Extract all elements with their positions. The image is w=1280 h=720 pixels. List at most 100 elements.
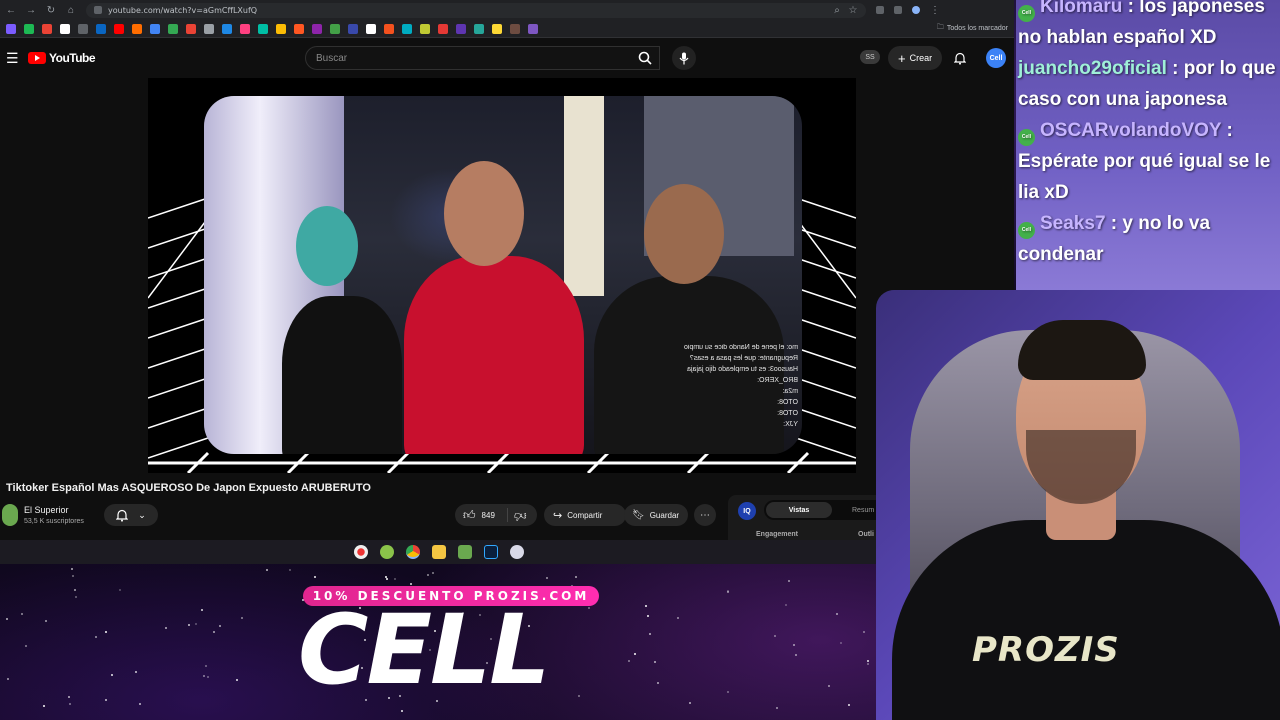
- photoshop-app-icon[interactable]: [484, 545, 498, 559]
- hamburger-menu-icon[interactable]: ☰: [6, 50, 22, 67]
- bookmark-favicon-icon[interactable]: [24, 23, 34, 34]
- bookmark-favicon-icon[interactable]: [492, 23, 502, 34]
- zoom-icon[interactable]: ⌕: [832, 5, 842, 16]
- search-icon: [638, 51, 652, 65]
- search-button[interactable]: [628, 46, 662, 70]
- bookmark-favicon-icon[interactable]: [258, 23, 268, 34]
- bookmark-favicon-icon[interactable]: [348, 23, 358, 34]
- star: [628, 660, 630, 662]
- star: [432, 572, 434, 574]
- bookmark-favicon-icon[interactable]: [78, 23, 88, 34]
- subscription-notify-button[interactable]: ⌄: [104, 504, 158, 526]
- scene-building: [564, 96, 604, 296]
- file-explorer-icon[interactable]: [432, 545, 446, 559]
- minecraft-app-icon[interactable]: [458, 545, 472, 559]
- extension-icon[interactable]: [876, 6, 884, 14]
- forward-icon[interactable]: →: [26, 5, 36, 16]
- star: [213, 631, 215, 633]
- bookmark-favicon-icon[interactable]: [510, 23, 520, 34]
- back-icon[interactable]: ←: [6, 5, 16, 16]
- bookmark-favicon-icon[interactable]: [96, 23, 106, 34]
- divider: [506, 508, 508, 522]
- notifications-button[interactable]: [950, 48, 970, 68]
- share-button[interactable]: ↪ Compartir: [544, 504, 626, 526]
- home-icon[interactable]: ⌂: [66, 5, 76, 16]
- subscriber-badge-icon: Cell: [1018, 129, 1035, 146]
- bookmark-favicon-icon[interactable]: [150, 23, 160, 34]
- star: [21, 613, 23, 615]
- address-bar[interactable]: youtube.com/watch?v=aGmCffLXufQ ⌕ ☆: [86, 2, 866, 18]
- chrome-app-icon[interactable]: [406, 545, 420, 559]
- star: [43, 705, 45, 707]
- more-actions-button[interactable]: ⋯: [694, 504, 716, 526]
- thumbs-down-icon[interactable]: 👍︎: [514, 508, 527, 523]
- like-dislike-group: 👍︎ 849 👍︎: [455, 504, 537, 526]
- profile-icon[interactable]: [912, 6, 920, 14]
- video-frame[interactable]: mo: el pene de Nando dice su umpio Repugn…: [204, 96, 802, 454]
- bookmark-favicon-icon[interactable]: [222, 23, 232, 34]
- bookmark-favicon-icon[interactable]: [330, 23, 340, 34]
- grid-line: [148, 197, 209, 219]
- user-avatar[interactable]: Cell: [986, 48, 1006, 68]
- messaging-app-icon[interactable]: [380, 545, 394, 559]
- misc-app-icon[interactable]: [510, 545, 524, 559]
- search-field[interactable]: [305, 46, 660, 70]
- grid-line: [795, 317, 856, 339]
- thumbs-up-icon[interactable]: 👍︎: [463, 508, 476, 523]
- embedded-chat-line: mo: el pene de Nando dice su umpio: [683, 344, 798, 351]
- bookmark-favicon-icon[interactable]: [6, 23, 16, 34]
- bookmark-favicon-icon[interactable]: [528, 23, 538, 34]
- recorder-app-icon[interactable]: [354, 545, 368, 559]
- voice-search-button[interactable]: [672, 46, 696, 70]
- video-player[interactable]: mo: el pene de Nando dice su umpio Repugn…: [148, 78, 856, 473]
- all-bookmarks-folder[interactable]: 🗀 Todos los marcador: [937, 23, 1008, 34]
- bookmark-favicon-icon[interactable]: [366, 23, 376, 34]
- bookmark-favicon-icon[interactable]: [438, 23, 448, 34]
- youtube-logo[interactable]: YouTube: [28, 51, 96, 65]
- bookmark-star-icon[interactable]: ☆: [848, 5, 858, 16]
- bookmark-favicon-icon[interactable]: [204, 23, 214, 34]
- channel-name[interactable]: El Superior: [24, 505, 69, 515]
- bookmark-favicon-icon[interactable]: [474, 23, 484, 34]
- extensions-puzzle-icon[interactable]: [894, 6, 902, 14]
- grid-line: [148, 377, 209, 399]
- folder-icon: 🗀: [936, 24, 944, 31]
- bookmark-favicon-icon[interactable]: [384, 23, 394, 34]
- bookmark-favicon-icon[interactable]: [132, 23, 142, 34]
- create-button[interactable]: + Crear: [888, 46, 943, 70]
- tab-resumen[interactable]: Resum: [852, 507, 874, 514]
- bookmark-favicon-icon[interactable]: [276, 23, 286, 34]
- address-url: youtube.com/watch?v=aGmCffLXufQ: [108, 5, 258, 15]
- bookmark-favicon-icon[interactable]: [402, 23, 412, 34]
- bookmark-favicon-icon[interactable]: [60, 23, 70, 34]
- star: [72, 575, 74, 577]
- site-info-icon[interactable]: [94, 6, 102, 14]
- tab-vistas[interactable]: Vistas: [766, 502, 832, 518]
- bookmarks-bar: 🗀 Todos los marcador: [0, 20, 1014, 38]
- star: [105, 699, 107, 701]
- bookmark-favicon-icon[interactable]: [420, 23, 430, 34]
- browser-menu-icon[interactable]: ⋮: [930, 5, 940, 16]
- bookmark-favicon-icon[interactable]: [114, 23, 124, 34]
- bookmark-favicon-icon[interactable]: [312, 23, 322, 34]
- channel-avatar[interactable]: [2, 504, 18, 526]
- bookmark-favicon-icon[interactable]: [168, 23, 178, 34]
- star: [863, 631, 865, 633]
- extension-logo-icon[interactable]: IQ: [738, 502, 756, 520]
- bookmark-favicon-icon[interactable]: [456, 23, 466, 34]
- like-count[interactable]: 849: [482, 511, 495, 520]
- chat-message: Cell Kilomaru : los japoneses no hablan e…: [1016, 0, 1280, 53]
- search-input[interactable]: [316, 52, 659, 64]
- embedded-chat-line: OTO8:: [777, 399, 798, 406]
- bookmark-favicon-icon[interactable]: [294, 23, 304, 34]
- share-label: Compartir: [567, 510, 603, 520]
- star: [657, 682, 659, 684]
- ss-badge[interactable]: SS: [860, 50, 880, 64]
- star: [394, 578, 396, 580]
- bookmark-favicon-icon[interactable]: [186, 23, 196, 34]
- reload-icon[interactable]: ↻: [46, 5, 56, 16]
- star: [135, 671, 137, 673]
- bookmark-favicon-icon[interactable]: [42, 23, 52, 34]
- bookmark-favicon-icon[interactable]: [240, 23, 250, 34]
- save-button[interactable]: 🔖︎ Guardar: [624, 504, 688, 526]
